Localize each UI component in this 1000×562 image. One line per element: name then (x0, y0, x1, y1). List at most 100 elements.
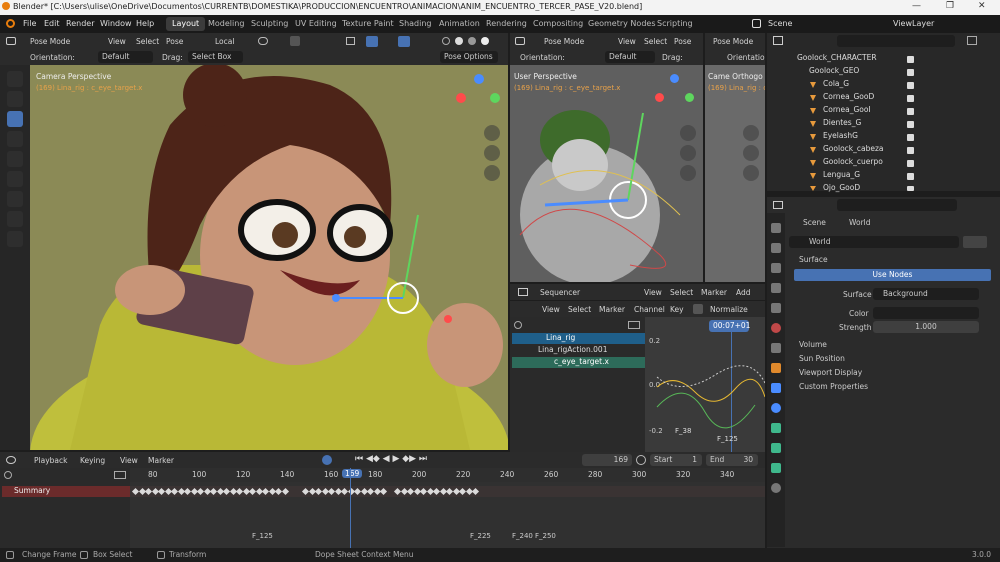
menu-file[interactable]: File (23, 19, 36, 28)
frame-ruler[interactable]: 80 100 120 140 160 169 180 200 220 240 2… (130, 468, 765, 482)
pose-tool-icon[interactable] (7, 231, 23, 247)
outliner-search[interactable] (837, 35, 955, 47)
menu-edit[interactable]: Edit (44, 19, 60, 28)
tab-layout[interactable]: Layout (166, 17, 206, 31)
overlay-icon[interactable] (346, 37, 355, 45)
outliner-row[interactable]: Goolock_cabeza (771, 144, 996, 156)
physics-tab-icon[interactable] (771, 403, 781, 413)
third-mode-selector[interactable]: Pose Mode (713, 37, 763, 46)
camera-view-icon[interactable] (484, 165, 500, 181)
side-pan-icon[interactable] (680, 145, 696, 161)
tab-uv-editing[interactable]: UV Editing (289, 17, 343, 31)
seq-menu-view[interactable]: View (644, 288, 662, 297)
tab-geometry-nodes[interactable]: Geometry Nodes (582, 17, 661, 31)
seq-menu-select[interactable]: Select (670, 288, 693, 297)
modifier-tab-icon[interactable] (771, 383, 781, 393)
end-frame-field[interactable]: End 30 (706, 454, 758, 466)
surface-shader-field[interactable]: Background (873, 288, 979, 300)
zoom-icon[interactable] (484, 125, 500, 141)
scale-tool-icon[interactable] (7, 151, 23, 167)
timeline-menu-view[interactable]: View (120, 456, 138, 465)
timeline-playhead[interactable] (350, 468, 351, 548)
outliner-row[interactable]: Goolock_CHARACTER (771, 53, 996, 65)
scene-selector[interactable]: Scene (768, 19, 792, 28)
orientation-dropdown[interactable]: Default (98, 51, 153, 63)
third-camera-icon[interactable] (743, 165, 759, 181)
output-tab-icon[interactable] (771, 263, 781, 273)
menu-window[interactable]: Window (100, 19, 132, 28)
graph-menu-marker[interactable]: Marker (599, 305, 625, 314)
collection-tab-icon[interactable] (771, 343, 781, 353)
current-frame-field[interactable]: 169 (582, 454, 632, 466)
auto-key-icon[interactable] (322, 455, 332, 465)
graph-menu-view[interactable]: View (542, 305, 560, 314)
gizmo-y-axis-icon[interactable] (490, 93, 500, 103)
close-button[interactable]: ✕ (978, 1, 986, 11)
sequencer-editor-icon[interactable] (518, 288, 528, 296)
tab-compositing[interactable]: Compositing (527, 17, 589, 31)
use-nodes-button[interactable]: Use Nodes (794, 269, 991, 281)
menu-help[interactable]: Help (136, 19, 154, 28)
third-zoom-icon[interactable] (743, 125, 759, 141)
blender-menu-icon[interactable] (6, 19, 15, 28)
tab-texture-paint[interactable]: Texture Paint (336, 17, 400, 31)
seq-menu-add[interactable]: Add (736, 288, 751, 297)
side-editor-type-icon[interactable] (515, 37, 525, 45)
gizmo-x-axis-icon[interactable] (456, 93, 466, 103)
color-field[interactable] (873, 307, 979, 319)
side-orientation-dropdown[interactable]: Default (605, 51, 655, 63)
pivot-icon[interactable] (258, 37, 268, 45)
playhead-frame-label[interactable]: 169 (342, 469, 363, 478)
outliner-row[interactable]: Goolock_cuerpo (771, 157, 996, 169)
panel-custom-properties[interactable]: Custom Properties (799, 382, 868, 391)
transform-tool-icon[interactable] (7, 171, 23, 187)
keyframe-marker[interactable] (379, 487, 388, 496)
outliner-row[interactable]: Cornea_GooI (771, 105, 996, 117)
viewport-main[interactable]: Camera Perspective (169) Lina_rig : c_ey… (30, 65, 508, 450)
strength-field[interactable]: 1.000 (873, 321, 979, 333)
graph-area[interactable]: 00:07+01 0.2 0.0 -0.2 F_38 F_125 (645, 317, 765, 452)
pose-options-dropdown[interactable]: Pose Options (440, 51, 498, 63)
channel-filter-icon[interactable] (628, 321, 640, 329)
outliner-row[interactable]: EyelashG (771, 131, 996, 143)
menu-render[interactable]: Render (66, 19, 94, 28)
clock-icon[interactable] (636, 455, 646, 465)
tab-scripting[interactable]: Scripting (651, 17, 699, 31)
measure-tool-icon[interactable] (7, 211, 23, 227)
world-actions[interactable] (963, 236, 987, 248)
side-menu-view[interactable]: View (618, 37, 636, 46)
tab-rendering[interactable]: Rendering (480, 17, 533, 31)
select-tool-icon[interactable] (7, 71, 23, 87)
material-shading-icon[interactable] (468, 37, 476, 45)
outliner-row[interactable]: Ojo_GooD (771, 183, 996, 195)
bone-tab-icon[interactable] (771, 463, 781, 473)
playback-controls[interactable]: ⏮ ◀◆ ◀ ▶ ◆▶ ⏭ (355, 454, 427, 464)
outliner-row[interactable]: Cola_G (771, 79, 996, 91)
outliner-row[interactable]: Lengua_G (771, 170, 996, 182)
dopesheet-area[interactable]: F_125 F_225 F_240 F_250 (130, 468, 765, 548)
side-zoom-icon[interactable] (680, 125, 696, 141)
tab-modeling[interactable]: Modeling (202, 17, 250, 31)
pan-hand-icon[interactable] (484, 145, 500, 161)
timeline-menu-keying[interactable]: Keying (80, 456, 105, 465)
data-tab-icon[interactable] (771, 443, 781, 453)
menu-pose[interactable]: Pose (166, 37, 183, 46)
channel-search-icon[interactable] (514, 321, 522, 329)
timeline-menu-marker[interactable]: Marker (148, 456, 174, 465)
mode-selector[interactable]: Pose Mode (30, 37, 70, 46)
graph-menu-key[interactable]: Key (670, 305, 684, 314)
render-tab-icon[interactable] (771, 243, 781, 253)
tab-shading[interactable]: Shading (393, 17, 438, 31)
rendered-shading-icon[interactable] (481, 37, 489, 45)
tab-sculpting[interactable]: Sculpting (245, 17, 294, 31)
cursor-tool-icon[interactable] (7, 91, 23, 107)
timeline-editor-icon[interactable] (6, 456, 16, 464)
constraint-tab-icon[interactable] (771, 423, 781, 433)
tool-tab-icon[interactable] (771, 223, 781, 233)
panel-sun-position[interactable]: Sun Position (799, 354, 845, 363)
timeline-search-icon[interactable] (4, 471, 12, 479)
graph-menu-channel[interactable]: Channel (634, 305, 665, 314)
annotate-tool-icon[interactable] (7, 191, 23, 207)
properties-search[interactable] (837, 199, 957, 211)
normalize-icon[interactable] (693, 304, 703, 314)
